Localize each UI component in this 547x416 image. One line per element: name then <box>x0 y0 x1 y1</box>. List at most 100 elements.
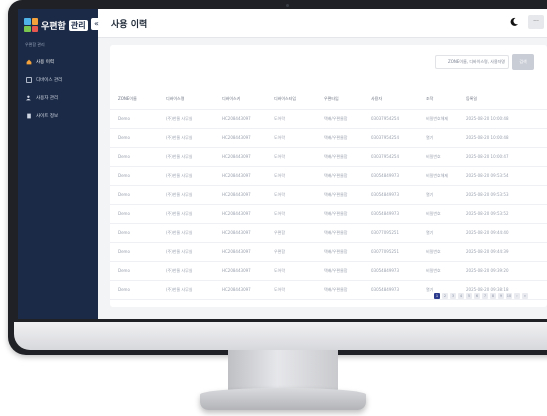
table-header-row: ZONE이름 디바이스명 디바이스키 디바이스타입 우편타입 사용자 조작 등록… <box>110 89 547 110</box>
table-cell: 비밀번호 <box>426 268 441 273</box>
table-row[interactable]: Demo (주)한울 사무실 HC208443097 도어락 택배/우편물함 030379… <box>110 148 547 167</box>
sidebar-nav: 사용 이력 디바이스 관리 사용자 관리 사이트 정보 <box>18 54 98 126</box>
table-cell: 택배/우편물함 <box>324 230 348 235</box>
table-cell: 03037954254 <box>371 154 399 159</box>
monitor-stand <box>228 350 338 392</box>
page-button[interactable]: 1 <box>434 293 440 299</box>
device-icon <box>26 76 32 83</box>
sidebar-item-device-management[interactable]: 디바이스 관리 <box>18 72 98 87</box>
page-button[interactable]: 8 <box>490 293 496 299</box>
page-title: 사용 이력 <box>111 20 148 30</box>
table-cell: Demo <box>118 268 130 273</box>
table-cell: Demo <box>118 249 130 254</box>
column-header[interactable]: 디바이스키 <box>222 89 240 109</box>
table-cell: 도어락 <box>274 135 286 140</box>
table-cell: 도어락 <box>274 154 286 159</box>
table-cell: HC208443097 <box>222 116 251 121</box>
table-cell: (주)한울 사무실 <box>166 249 193 254</box>
table-cell: Demo <box>118 192 130 197</box>
page-button[interactable]: 5 <box>466 293 472 299</box>
history-card: ZONE이름, 디바이스명, 사용자명 검색 ZONE이름 디바이스명 디바이스… <box>110 45 547 307</box>
table-row[interactable]: Demo (주)한울 사무실 HC208443097 도어락 택배/우편물함 030548… <box>110 167 547 186</box>
table-cell: (주)한울 사무실 <box>166 287 193 292</box>
table-cell: (주)한울 사무실 <box>166 268 193 273</box>
search-input[interactable]: ZONE이름, 디바이스명, 사용자명 <box>435 55 509 69</box>
sidebar-item-site-info[interactable]: 사이트 정보 <box>18 108 98 123</box>
monitor-base <box>200 388 366 410</box>
table-cell: HC208443097 <box>222 211 251 216</box>
table-cell: 열기 <box>426 287 434 292</box>
users-icon <box>26 95 31 100</box>
logo-icon <box>24 18 38 32</box>
table-cell: (주)한울 사무실 <box>166 230 193 235</box>
table-cell: 03054849973 <box>371 173 399 178</box>
table-cell: 2025-08-20 10:00:48 <box>466 116 509 121</box>
page-button[interactable]: » <box>522 293 528 299</box>
table-cell: 2025-08-20 10:00:47 <box>466 154 509 159</box>
table-cell: 도어락 <box>274 173 286 178</box>
table-cell: (주)한울 사무실 <box>166 116 193 121</box>
table-cell: HC208443097 <box>222 268 251 273</box>
sidebar-collapse-button[interactable]: « <box>91 18 102 30</box>
page-button[interactable]: 4 <box>458 293 464 299</box>
table-cell: 2025-08-20 09:53:53 <box>466 192 509 197</box>
sidebar: 우편함 관리 우편함 관리 사용 이력 디바이스 관리 사용자 관리 사이트 정… <box>18 9 98 319</box>
table-row[interactable]: Demo (주)한울 사무실 HC208443097 도어락 택배/우편물함 030548… <box>110 186 547 205</box>
table-cell: Demo <box>118 116 130 121</box>
table-cell: 2025-08-20 09:44:40 <box>466 230 509 235</box>
column-header[interactable]: 디바이스명 <box>166 89 184 109</box>
sidebar-item-user-management[interactable]: 사용자 관리 <box>18 90 98 105</box>
column-header[interactable]: 등록일 <box>466 89 477 109</box>
column-header[interactable]: 우편타입 <box>324 89 339 109</box>
table-cell: HC208443097 <box>222 249 251 254</box>
table-row[interactable]: Demo (주)한울 사무실 HC208443097 도어락 택배/우편물함 030548… <box>110 205 547 224</box>
table-cell: 2025-08-20 09:39:20 <box>466 268 509 273</box>
table-cell: 비밀번호해제 <box>426 173 449 178</box>
page-button[interactable]: 3 <box>450 293 456 299</box>
table-row[interactable]: Demo (주)한울 사무실 HC208443097 우편함 택배/우편물함 030770… <box>110 224 547 243</box>
table-cell: 2025-08-20 09:53:54 <box>466 173 509 178</box>
sidebar-item-usage-history[interactable]: 사용 이력 <box>18 54 98 69</box>
page-button[interactable]: 9 <box>498 293 504 299</box>
table-cell: 2025-08-20 09:53:52 <box>466 211 509 216</box>
pagination: 1 2 3 4 5 6 7 8 9 10 ›» <box>434 293 528 299</box>
page-button[interactable]: 7 <box>482 293 488 299</box>
user-menu-button[interactable]: ··· <box>528 15 544 29</box>
table-cell: HC208443097 <box>222 154 251 159</box>
logo[interactable]: 우편함 관리 <box>24 16 88 34</box>
table-cell: 도어락 <box>274 192 286 197</box>
table-cell: Demo <box>118 173 130 178</box>
page-button[interactable]: 10 <box>506 293 512 299</box>
table-cell: HC208443097 <box>222 135 251 140</box>
page-button[interactable]: 2 <box>442 293 448 299</box>
column-header[interactable]: 조작 <box>426 89 433 109</box>
table-cell: Demo <box>118 230 130 235</box>
column-header[interactable]: 사용자 <box>371 89 382 109</box>
table-cell: 택배/우편물함 <box>324 154 348 159</box>
logo-badge: 관리 <box>68 19 88 31</box>
table-cell: (주)한울 사무실 <box>166 192 193 197</box>
table-cell: 비밀번호 <box>426 154 441 159</box>
table-cell: Demo <box>118 211 130 216</box>
monitor-chin <box>14 322 547 350</box>
table-cell: 비밀번호 <box>426 249 441 254</box>
column-header[interactable]: 디바이스타입 <box>274 89 296 109</box>
column-header[interactable]: ZONE이름 <box>118 89 137 109</box>
table-cell: 열기 <box>426 135 434 140</box>
table-cell: 택배/우편물함 <box>324 249 348 254</box>
table-cell: 택배/우편물함 <box>324 173 348 178</box>
table-row[interactable]: Demo (주)한울 사무실 HC208443097 도어락 택배/우편물함 030548… <box>110 262 547 281</box>
table-row[interactable]: Demo (주)한울 사무실 HC208443097 도어락 택배/우편물함 030379… <box>110 129 547 148</box>
sidebar-section-label: 우편함 관리 <box>25 42 45 47</box>
table-cell: (주)한울 사무실 <box>166 173 193 178</box>
page-button[interactable]: 6 <box>474 293 480 299</box>
moon-icon[interactable] <box>509 17 519 27</box>
table-row[interactable]: Demo (주)한울 사무실 HC208443097 도어락 택배/우편물함 030379… <box>110 110 547 129</box>
page-button[interactable]: › <box>514 293 520 299</box>
table-cell: HC208443097 <box>222 173 251 178</box>
table-cell: 우편함 <box>274 230 286 235</box>
table-row[interactable]: Demo (주)한울 사무실 HC208443097 우편함 택배/우편물함 030770… <box>110 243 547 262</box>
home-icon <box>26 59 32 64</box>
table-cell: 03077095251 <box>371 249 399 254</box>
search-button[interactable]: 검색 <box>512 54 534 70</box>
